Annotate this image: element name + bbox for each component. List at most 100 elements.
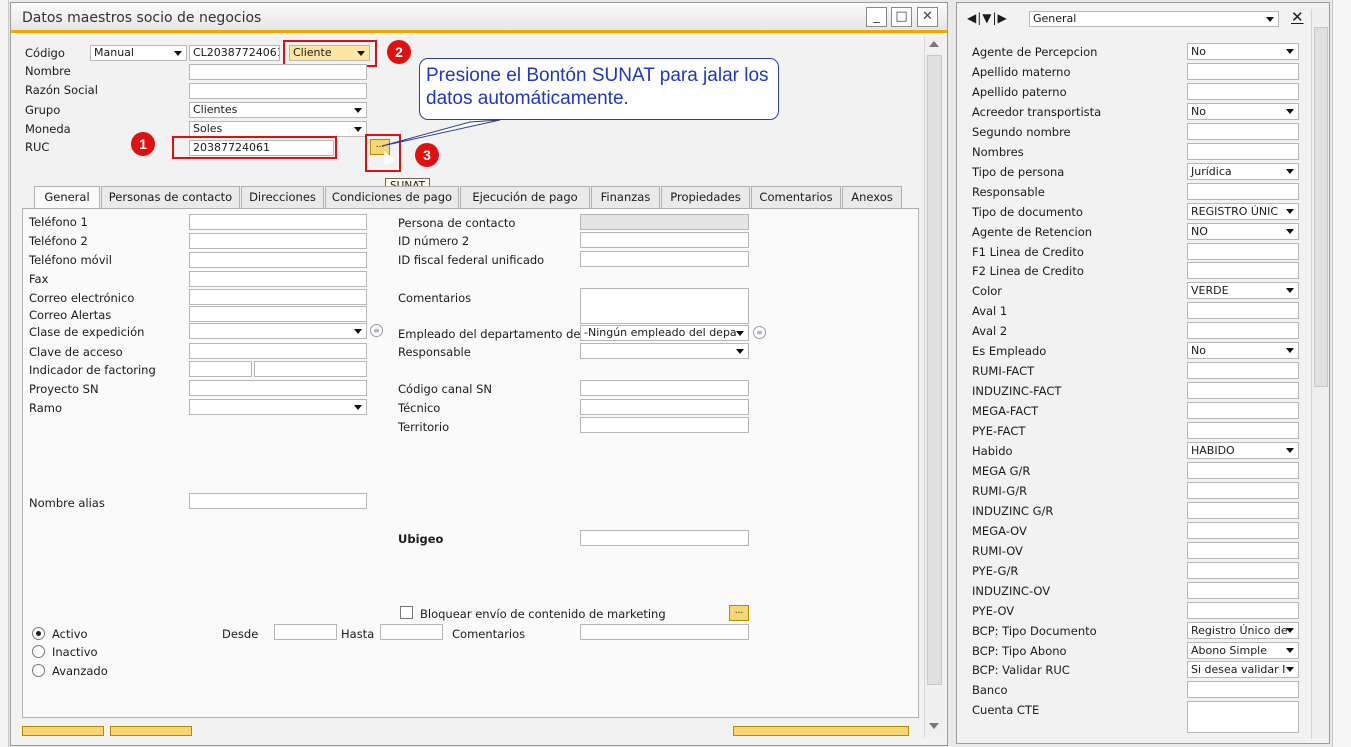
udf-field[interactable] <box>1187 82 1299 100</box>
cancel-button[interactable] <box>110 726 192 736</box>
proyecto-field[interactable] <box>189 380 367 396</box>
udf-field[interactable] <box>1187 242 1299 260</box>
tab-anexos[interactable]: Anexos <box>842 186 902 208</box>
udf-field[interactable] <box>1187 302 1299 320</box>
udf-scroll-thumb[interactable] <box>1314 27 1328 387</box>
udf-select[interactable]: No <box>1187 342 1299 360</box>
codigo-field[interactable]: CL20387724061 <box>189 45 280 61</box>
udf-select[interactable]: Jurídica <box>1187 162 1299 180</box>
maximize-button[interactable]: □ <box>891 7 912 27</box>
tab-condiciones-pago[interactable]: Condiciones de pago <box>325 186 459 208</box>
correo-field[interactable] <box>189 289 367 305</box>
udf-field[interactable] <box>1187 382 1299 400</box>
tab-propiedades[interactable]: Propiedades <box>661 186 750 208</box>
udf-field[interactable] <box>1187 322 1299 340</box>
udf-field[interactable] <box>1187 601 1299 619</box>
udf-field[interactable] <box>1187 541 1299 559</box>
udf-select[interactable]: No <box>1187 102 1299 120</box>
tab-general[interactable]: General <box>34 186 100 209</box>
udf-field[interactable] <box>1187 501 1299 519</box>
canal-field[interactable] <box>580 380 749 396</box>
grupo-select[interactable]: Clientes <box>189 102 367 118</box>
udf-field[interactable] <box>1187 402 1299 420</box>
udf-category-select[interactable]: General <box>1029 11 1279 27</box>
moneda-select[interactable]: Soles <box>189 121 367 137</box>
telefono2-field[interactable] <box>189 233 367 249</box>
hasta-field[interactable] <box>380 624 443 640</box>
udf-field[interactable] <box>1187 362 1299 380</box>
udf-field[interactable] <box>1187 122 1299 140</box>
idfiscal-field[interactable] <box>580 251 749 267</box>
persona-contacto-field <box>580 214 749 230</box>
id2-field[interactable] <box>580 232 749 248</box>
movil-field[interactable] <box>189 252 367 268</box>
activo-radio[interactable] <box>32 627 45 640</box>
udf-field[interactable] <box>1187 581 1299 599</box>
responsable-select[interactable] <box>580 343 749 359</box>
scroll-thumb[interactable] <box>927 55 942 685</box>
nombre-field[interactable] <box>189 64 367 80</box>
desde-field[interactable] <box>274 624 337 640</box>
actions-button[interactable] <box>733 726 909 736</box>
ubigeo-field[interactable] <box>580 530 749 546</box>
inactivo-radio[interactable] <box>32 645 45 658</box>
udf-row: Tipo de persona Jurídica <box>972 162 1312 182</box>
nav-arrows[interactable]: ◀|▼|▶ <box>967 11 1008 25</box>
minimize-button[interactable]: _ <box>866 7 887 27</box>
tab-ejecucion-pago[interactable]: Ejecución de pago <box>460 186 590 208</box>
scroll-down-icon[interactable] <box>929 723 939 729</box>
udf-select[interactable]: Si desea validar I <box>1187 661 1299 679</box>
comentarios2-field[interactable] <box>580 624 749 640</box>
scroll-up-icon[interactable] <box>929 41 939 47</box>
tecnico-field[interactable] <box>580 399 749 415</box>
udf-field[interactable] <box>1187 701 1299 734</box>
ok-button[interactable] <box>22 726 104 736</box>
empleado-select[interactable]: -Ningún empleado del depa <box>580 325 749 341</box>
alias-field[interactable] <box>189 493 367 509</box>
marketing-button[interactable]: ... <box>729 605 749 621</box>
serie-select[interactable]: Manual <box>90 45 187 61</box>
udf-select[interactable]: Abono Simple <box>1187 641 1299 659</box>
udf-field[interactable] <box>1187 62 1299 80</box>
empleado-label: Empleado del departamento de v <box>398 327 580 341</box>
avanzado-radio[interactable] <box>32 664 45 677</box>
udf-field[interactable] <box>1187 422 1299 440</box>
udf-field[interactable] <box>1187 262 1299 280</box>
udf-field[interactable] <box>1187 521 1299 539</box>
clase-expedicion-select[interactable] <box>189 323 367 339</box>
udf-select[interactable]: No <box>1187 43 1299 60</box>
tab-direcciones[interactable]: Direcciones <box>241 186 324 208</box>
udf-label: Banco <box>972 683 1008 698</box>
razon-social-field[interactable] <box>189 83 367 99</box>
window-scrollbar[interactable] <box>924 37 943 737</box>
close-button[interactable]: ✕ <box>917 7 938 27</box>
udf-field[interactable] <box>1187 561 1299 579</box>
clave-field[interactable] <box>189 343 367 359</box>
link-icon[interactable]: ≡ <box>370 324 383 337</box>
udf-close-icon[interactable]: ✕ <box>1291 8 1304 26</box>
udf-field[interactable] <box>1187 461 1299 479</box>
factoring-field[interactable] <box>189 361 252 377</box>
ramo-select[interactable] <box>189 399 367 415</box>
correo-alertas-field[interactable] <box>189 306 367 322</box>
udf-select[interactable]: VERDE <box>1187 282 1299 300</box>
udf-scrollbar[interactable] <box>1311 9 1329 739</box>
territorio-field[interactable] <box>580 417 749 433</box>
tab-comentarios[interactable]: Comentarios <box>751 186 841 208</box>
udf-field[interactable] <box>1187 182 1299 200</box>
bloquear-checkbox[interactable] <box>400 606 413 619</box>
factoring-desc-field[interactable] <box>254 361 367 377</box>
comentarios-field[interactable] <box>580 288 749 324</box>
udf-field[interactable] <box>1187 681 1299 699</box>
telefono1-field[interactable] <box>189 214 367 230</box>
udf-field[interactable] <box>1187 142 1299 160</box>
udf-select[interactable]: NO <box>1187 222 1299 240</box>
tab-personas-contacto[interactable]: Personas de contacto <box>101 186 240 208</box>
fax-field[interactable] <box>189 271 367 287</box>
udf-select[interactable]: REGISTRO ÚNIC <box>1187 202 1299 220</box>
udf-field[interactable] <box>1187 481 1299 499</box>
link-icon[interactable]: ≡ <box>753 326 766 339</box>
tab-finanzas[interactable]: Finanzas <box>591 186 660 208</box>
udf-select[interactable]: Registro Único de <box>1187 621 1299 639</box>
udf-select[interactable]: HABIDO <box>1187 442 1299 459</box>
